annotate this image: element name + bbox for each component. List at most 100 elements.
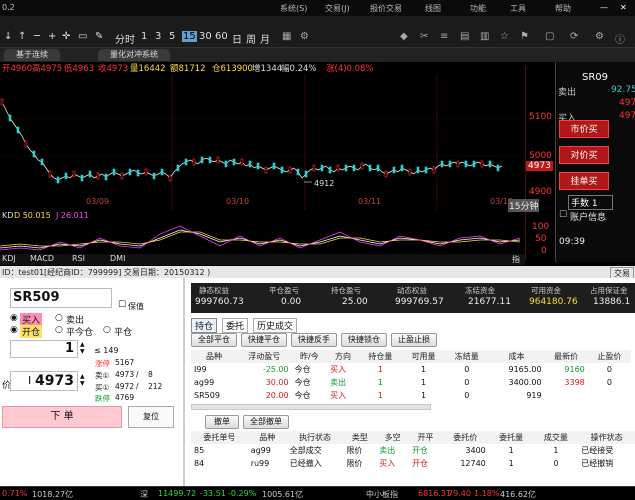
qty-stepper[interactable]: ▲ ▼: [80, 341, 85, 355]
tab-dmi[interactable]: DMI: [110, 254, 125, 263]
close-all-button[interactable]: 全部平仓: [191, 333, 237, 347]
symbol-input[interactable]: SR509: [10, 288, 112, 308]
period-30m[interactable]: 30: [199, 31, 212, 42]
acct-info-checkbox[interactable]: ☐: [559, 210, 567, 220]
refresh-icon[interactable]: ⟳: [570, 31, 578, 42]
chart-icon[interactable]: ▥: [480, 31, 489, 42]
close-radio[interactable]: ○: [103, 325, 111, 335]
col-order-qty: 委托量: [499, 433, 524, 442]
candle: [280, 166, 284, 174]
status-item: 6816.31: [418, 489, 452, 498]
period-month[interactable]: 月: [260, 31, 270, 46]
candle: [472, 160, 476, 168]
cut-icon[interactable]: ✂: [420, 31, 428, 42]
buy-radio[interactable]: ◉: [10, 313, 18, 323]
tab-positions[interactable]: 持仓: [191, 318, 218, 333]
tab-macd[interactable]: MACD: [30, 254, 54, 263]
arrow-up-icon[interactable]: ↑: [18, 31, 26, 42]
account-positions-panel: 静态权益 平仓盈亏 持仓盈亏 动态权益 冻结资金 可用资金 占用保证金 9997…: [183, 278, 635, 486]
limit-up-value[interactable]: 5167: [115, 358, 134, 367]
candle: [408, 168, 412, 176]
qty-input[interactable]: 1: [10, 340, 78, 358]
zoom-in-icon[interactable]: +: [48, 31, 56, 42]
quick-close-button[interactable]: 快捷平仓: [241, 333, 287, 347]
table-row[interactable]: I99 -25.00 今仓 买入 1 1 0 9165.00 9160 0: [191, 363, 631, 376]
list-icon[interactable]: ≡: [440, 31, 448, 42]
reset-button[interactable]: 复位: [128, 406, 174, 428]
draw-icon[interactable]: ✎: [95, 31, 103, 42]
menu-system[interactable]: 系统(S): [280, 3, 307, 14]
bid-value[interactable]: 4972: [115, 382, 134, 391]
period-tick[interactable]: 分时: [115, 31, 135, 46]
ask-label: 卖①: [95, 371, 110, 380]
quick-reverse-button[interactable]: 快捷反手: [291, 333, 337, 347]
table-row[interactable]: 85 ag99 全部成交 限价 卖出 开仓 3400 1 1 已经接受: [191, 444, 635, 457]
stop-profit-loss-button[interactable]: 止盈止损: [391, 333, 437, 347]
open-radio[interactable]: ◉: [10, 325, 18, 335]
close-icon[interactable]: ✕: [620, 3, 627, 12]
zoom-out-icon[interactable]: ─: [34, 31, 40, 42]
limit-down-value[interactable]: 4769: [115, 393, 134, 402]
star-icon[interactable]: ☆: [500, 31, 509, 42]
hands-spinner[interactable]: 手数 1: [568, 195, 613, 210]
tab-quant-hedge[interactable]: 量化对冲系统: [98, 49, 170, 61]
menu-quote-trade[interactable]: 报价交易: [370, 3, 402, 14]
table-row[interactable]: ag99 30.00 今仓 卖出 1 1 0 3400.00 3398 0: [191, 376, 631, 389]
tab-kdj[interactable]: KDJ: [2, 254, 16, 263]
indicator-tabs: KDJ MACD RSI DMI 指: [0, 254, 525, 265]
menu-trade[interactable]: 交易(J): [325, 3, 350, 14]
layout-icon[interactable]: ▦: [282, 31, 291, 42]
tab-rsi[interactable]: RSI: [72, 254, 85, 263]
period-15m[interactable]: 15: [182, 31, 197, 42]
keep-checkbox[interactable]: ☐: [118, 300, 126, 310]
candle: [104, 173, 108, 181]
price-input[interactable]: 4973: [10, 371, 78, 391]
menu-tools[interactable]: 工具: [510, 3, 526, 14]
gear-icon[interactable]: ⚙: [595, 31, 604, 42]
arrow-down-icon[interactable]: ↓: [4, 31, 12, 42]
pin-icon[interactable]: ◆: [400, 31, 408, 42]
market-buy-button[interactable]: 市价买: [559, 120, 609, 138]
ruler-icon[interactable]: ▭: [78, 31, 87, 42]
tab-history[interactable]: 历史成交: [253, 318, 298, 333]
status-item: 中小板指: [366, 490, 398, 499]
grid-icon[interactable]: ▤: [460, 31, 469, 42]
candle: [488, 160, 492, 168]
crosshair-icon[interactable]: ✛: [62, 31, 70, 42]
price-stepper[interactable]: ▲ ▼: [80, 373, 85, 387]
cancel-all-button[interactable]: 全部撤单: [243, 415, 289, 429]
minimize-icon[interactable]: —: [600, 3, 608, 12]
menu-chart[interactable]: 线图: [425, 3, 441, 14]
limit-buy-button[interactable]: 挂单买: [559, 172, 609, 190]
settings-icon[interactable]: ⚙: [300, 31, 309, 42]
close-today-radio[interactable]: ○: [55, 325, 63, 335]
horizontal-scrollbar[interactable]: [191, 404, 431, 410]
period-60m[interactable]: 60: [215, 31, 228, 42]
window-icon[interactable]: ▢: [545, 31, 554, 42]
counter-buy-button[interactable]: 对价买: [559, 146, 609, 164]
period-5m[interactable]: 5: [169, 31, 175, 42]
menu-help[interactable]: 帮助: [555, 3, 571, 14]
quick-lock-button[interactable]: 快捷锁仓: [341, 333, 387, 347]
tab-index[interactable]: 指: [512, 254, 520, 265]
info-icon[interactable]: ⓘ: [615, 31, 625, 46]
period-3m[interactable]: 3: [155, 31, 161, 42]
tab-continuous[interactable]: 基于连续: [4, 49, 60, 61]
tab-orders[interactable]: 委托: [222, 318, 249, 333]
period-week[interactable]: 周: [246, 31, 256, 46]
flag-icon[interactable]: ⚑: [520, 31, 529, 42]
table-row[interactable]: 84 ru99 已经撤入 限价 买入 开仓 12740 1 0 已经撤销: [191, 457, 635, 470]
sell-radio[interactable]: ○: [55, 313, 63, 323]
kdj-indicator[interactable]: KD D 50.015 J 26.011: [0, 210, 525, 254]
cell-take-profit: 0: [606, 365, 612, 374]
period-1m[interactable]: 1: [141, 31, 147, 42]
table-row[interactable]: SR509 20.00 今仓 买入 1 1 0 919: [191, 389, 631, 402]
period-day[interactable]: 日: [232, 31, 242, 46]
candlestick-chart[interactable]: 03/09 03/10 03/11 03/12 4912: [0, 74, 525, 210]
close-today-label: 平今仓: [66, 328, 94, 338]
candle: [112, 168, 116, 176]
submit-order-button[interactable]: 下 单: [2, 406, 122, 428]
ask-value[interactable]: 4973: [115, 370, 134, 379]
cancel-order-button[interactable]: 撤单: [205, 415, 239, 429]
menu-function[interactable]: 功能: [470, 3, 486, 14]
